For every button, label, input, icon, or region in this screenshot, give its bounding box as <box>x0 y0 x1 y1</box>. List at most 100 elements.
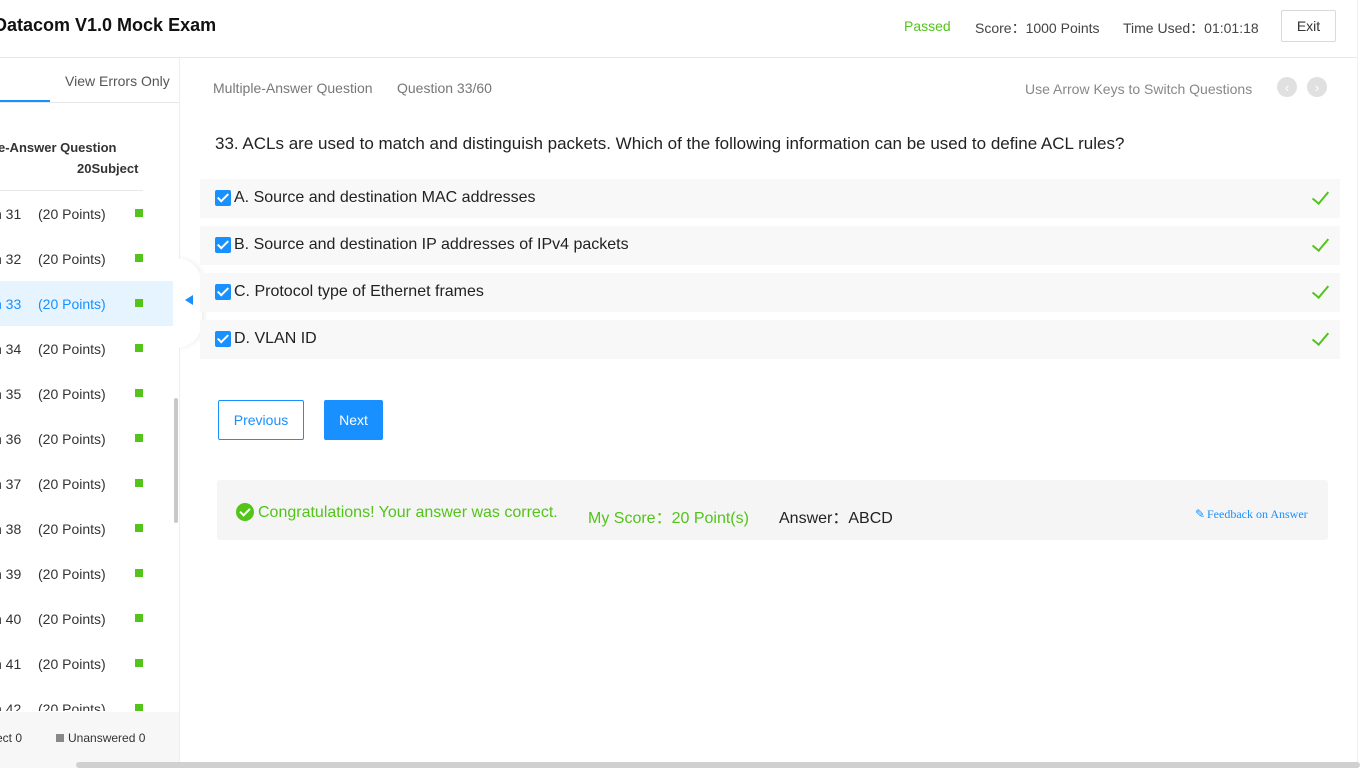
answered-status-icon <box>135 524 143 532</box>
question-points: (20 Points) <box>38 205 106 222</box>
result-panel: Congratulations! Your answer was correct… <box>217 480 1328 540</box>
correct-check-icon <box>1311 280 1330 300</box>
legend-correct: ect 0 <box>0 731 23 745</box>
exam-title: Datacom V1.0 Mock Exam <box>0 15 217 35</box>
next-button[interactable]: Next <box>324 400 383 440</box>
exit-button[interactable]: Exit <box>1281 10 1336 42</box>
sidebar-question-item[interactable]: n 42 (20 Points) <box>0 686 173 711</box>
option-checkbox[interactable] <box>215 237 231 253</box>
result-message: Congratulations! Your answer was correct… <box>258 504 558 521</box>
my-score: My Score：20 Point(s) <box>588 510 749 527</box>
option-text: A. Source and destination MAC addresses <box>234 189 536 206</box>
correct-check-icon <box>1311 186 1330 206</box>
answered-status-icon <box>135 434 143 442</box>
question-number: n 41 <box>0 655 22 672</box>
answered-status-icon <box>135 299 143 307</box>
sidebar-legend: ect 0 Unanswered 0 <box>0 712 179 768</box>
answered-status-icon <box>135 254 143 262</box>
unanswered-swatch-icon <box>56 734 64 742</box>
tab-view-errors-only[interactable]: View Errors Only <box>65 73 170 89</box>
option-text: B. Source and destination IP addresses o… <box>234 236 629 253</box>
question-points: (20 Points) <box>38 610 106 627</box>
page-vertical-scrollbar[interactable] <box>1357 0 1366 768</box>
answered-status-icon <box>135 389 143 397</box>
question-list: n 31 (20 Points) n 32 (20 Points) n 33 (20 Po… <box>0 191 174 711</box>
sidebar-question-item[interactable]: n 40 (20 Points) <box>0 596 173 641</box>
previous-button[interactable]: Previous <box>218 400 304 440</box>
question-number: n 34 <box>0 340 22 357</box>
sidebar-question-item[interactable]: n 38 (20 Points) <box>0 506 173 551</box>
section-count: 20Subject <box>77 161 139 176</box>
sidebar-question-item[interactable]: n 31 (20 Points) <box>0 191 173 236</box>
question-number: n 35 <box>0 385 22 402</box>
answered-status-icon <box>135 209 143 217</box>
prev-question-chevron-icon[interactable]: ‹ <box>1277 77 1297 97</box>
question-number: n 33 <box>0 295 22 312</box>
tab-all-indicator[interactable] <box>0 100 50 102</box>
sidebar-question-item[interactable]: n 34 (20 Points) <box>0 326 173 371</box>
question-number: n 39 <box>0 565 22 582</box>
answered-status-icon <box>135 704 143 711</box>
collapse-arrow-icon[interactable] <box>185 295 193 305</box>
answered-status-icon <box>135 614 143 622</box>
answer-options: A. Source and destination MAC addresses B… <box>200 179 1340 367</box>
answered-status-icon <box>135 569 143 577</box>
question-number: n 31 <box>0 205 22 222</box>
time-used: Time Used：01:01:18 <box>1123 20 1259 36</box>
question-points: (20 Points) <box>38 250 106 267</box>
answer-option[interactable]: C. Protocol type of Ethernet frames <box>200 273 1340 312</box>
answered-status-icon <box>135 344 143 352</box>
option-text: C. Protocol type of Ethernet frames <box>234 283 484 300</box>
sidebar-question-item[interactable]: n 39 (20 Points) <box>0 551 173 596</box>
option-text: D. VLAN ID <box>234 330 317 347</box>
question-progress: Question 33/60 <box>397 80 492 96</box>
option-checkbox[interactable] <box>215 190 231 206</box>
status-passed: Passed <box>904 18 951 34</box>
legend-unanswered-label: Unanswered 0 <box>68 731 146 745</box>
option-checkbox[interactable] <box>215 331 231 347</box>
sidebar-tabs: View Errors Only <box>0 58 179 103</box>
sidebar-question-item[interactable]: n 37 (20 Points) <box>0 461 173 506</box>
sidebar-question-item[interactable]: n 41 (20 Points) <box>0 641 173 686</box>
next-question-chevron-icon[interactable]: › <box>1307 77 1327 97</box>
sidebar-scrollbar[interactable] <box>174 398 178 523</box>
answer-option[interactable]: B. Source and destination IP addresses o… <box>200 226 1340 265</box>
correct-check-icon <box>1311 327 1330 347</box>
horizontal-scrollbar[interactable] <box>76 762 1360 768</box>
question-points: (20 Points) <box>38 430 106 447</box>
answer-option[interactable]: A. Source and destination MAC addresses <box>200 179 1340 218</box>
answer-option[interactable]: D. VLAN ID <box>200 320 1340 359</box>
question-points: (20 Points) <box>38 295 106 312</box>
total-score: Score：1000 Points <box>975 20 1100 36</box>
question-number: n 32 <box>0 250 22 267</box>
question-points: (20 Points) <box>38 340 106 357</box>
question-number: n 36 <box>0 430 22 447</box>
feedback-link[interactable]: ✎ Feedback on Answer <box>1195 507 1308 522</box>
check-circle-icon <box>236 503 254 521</box>
question-points: (20 Points) <box>38 565 106 582</box>
sidebar-question-item[interactable]: n 36 (20 Points) <box>0 416 173 461</box>
sidebar-question-item[interactable]: n 32 (20 Points) <box>0 236 173 281</box>
correct-answer: Answer：ABCD <box>779 510 893 527</box>
question-number: n 37 <box>0 475 22 492</box>
question-number: n 42 <box>0 700 22 712</box>
question-points: (20 Points) <box>38 655 106 672</box>
top-header: Datacom V1.0 Mock Exam Passed Score：1000… <box>0 0 1366 58</box>
sidebar-question-item[interactable]: n 33 (20 Points) <box>0 281 173 326</box>
sidebar-question-item[interactable]: n 35 (20 Points) <box>0 371 173 416</box>
question-number: n 38 <box>0 520 22 537</box>
question-text: 33. ACLs are used to match and distingui… <box>215 134 1125 153</box>
answered-status-icon <box>135 659 143 667</box>
feedback-label: Feedback on Answer <box>1207 507 1308 521</box>
question-points: (20 Points) <box>38 520 106 537</box>
answered-status-icon <box>135 479 143 487</box>
arrow-keys-hint: Use Arrow Keys to Switch Questions <box>1025 81 1253 97</box>
question-points: (20 Points) <box>38 475 106 492</box>
correct-check-icon <box>1311 233 1330 253</box>
question-sidebar: View Errors Only e-Answer Question 20Sub… <box>0 58 180 768</box>
legend-unanswered: Unanswered 0 <box>56 731 145 745</box>
question-points: (20 Points) <box>38 700 106 712</box>
option-checkbox[interactable] <box>215 284 231 300</box>
question-points: (20 Points) <box>38 385 106 402</box>
question-number: n 40 <box>0 610 22 627</box>
